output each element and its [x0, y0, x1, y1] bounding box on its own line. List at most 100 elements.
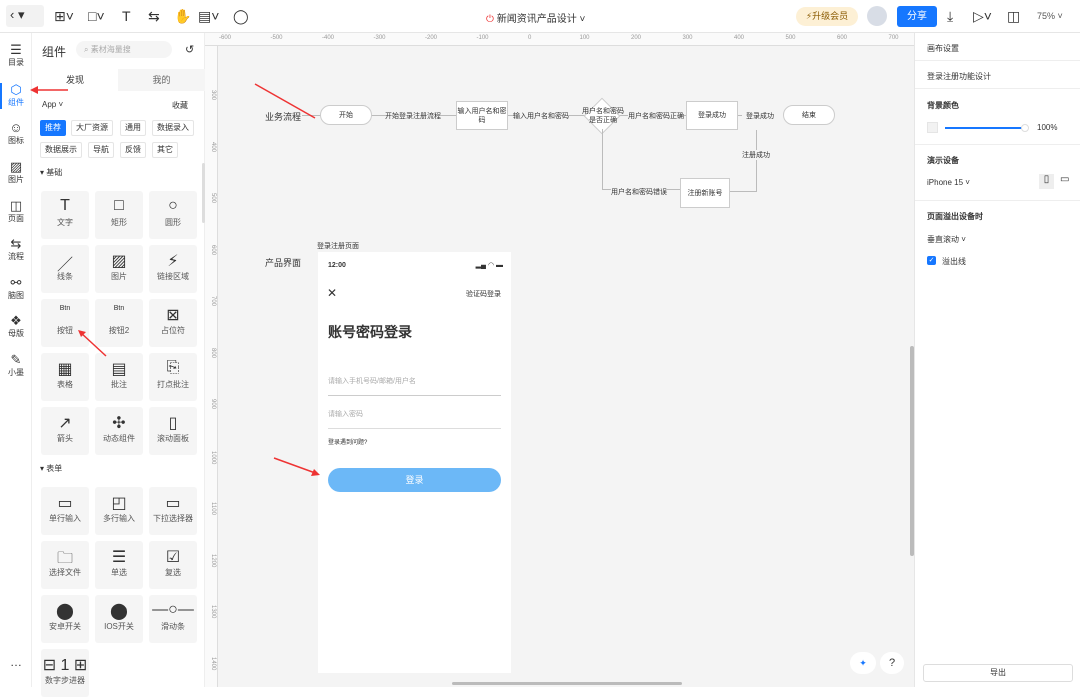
layout-icon[interactable]: ◫ — [1007, 8, 1020, 25]
sidebar-item-1[interactable]: ⬡ 组件 — [0, 83, 32, 108]
flow-node-success[interactable]: 登录成功 — [686, 101, 738, 130]
slider-handle[interactable] — [1021, 124, 1029, 132]
canvas[interactable]: 业务流程 开始 开始登录注册流程 输入用户名和密码 输入用户名和密码 用户名和密… — [218, 46, 914, 687]
flow-start[interactable]: 开始 — [320, 105, 372, 125]
component-item[interactable]: □ 矩形 — [95, 191, 143, 239]
component-label: 下拉选择器 — [153, 514, 193, 523]
component-item[interactable]: ／线条 — [41, 245, 89, 293]
password-input[interactable]: 请输入密码 — [328, 409, 501, 429]
filter-tag[interactable]: 推荐 — [40, 120, 66, 136]
note-icon[interactable]: ▤˅ — [198, 8, 219, 25]
sidebar-item-2[interactable]: ☺ 图标 — [0, 121, 32, 146]
component-item[interactable]: ⚡ 链接区域 — [149, 245, 197, 293]
component-item[interactable]: 🗀 选择文件 — [41, 541, 89, 589]
add-page-icon[interactable]: ⊞˅ — [54, 8, 74, 25]
sidebar-item-5[interactable]: ⇆ 流程 — [0, 237, 32, 262]
component-item[interactable]: ◰ 多行输入 — [95, 487, 143, 535]
zoom-select[interactable]: 75% ˅ — [1037, 11, 1063, 21]
component-item[interactable]: ↗ 箭头 — [41, 407, 89, 455]
export-button[interactable]: 导出 — [923, 664, 1073, 682]
hand-icon[interactable]: ✋ — [174, 8, 191, 25]
flow-decision[interactable]: 用户名和密码是否正确 — [580, 97, 626, 135]
code-login-link[interactable]: 验证码登录 — [466, 289, 501, 299]
component-item[interactable]: ⊟ 1 ⊞ 数字步进器 — [41, 649, 89, 697]
sidebar-item-label: 目录 — [8, 58, 24, 67]
share-button[interactable]: 分享 — [897, 6, 937, 27]
filter-tag[interactable]: 反馈 — [120, 142, 146, 158]
opacity-slider[interactable] — [945, 127, 1023, 129]
page-name[interactable]: 登录注册功能设计 — [927, 71, 991, 82]
sidebar-icon: ⬡ — [10, 82, 22, 97]
component-item[interactable]: ⬤ 安卓开关 — [41, 595, 89, 643]
play-icon[interactable]: ▷˅ — [973, 8, 992, 25]
shape-icon[interactable]: □˅ — [88, 8, 105, 24]
component-item[interactable]: ☰ 单选 — [95, 541, 143, 589]
comment-icon[interactable]: ◯ — [233, 8, 249, 25]
more-icon[interactable]: … — [0, 655, 32, 669]
sidebar-item-6[interactable]: ⚯ 脑图 — [0, 276, 32, 301]
overflow-mode-select[interactable]: 垂直滚动 ˅ — [927, 234, 966, 245]
flow-node-input[interactable]: 输入用户名和密码 — [456, 101, 508, 130]
avatar[interactable] — [867, 6, 887, 26]
favorites-link[interactable]: 收藏 — [172, 100, 188, 111]
phone-frame[interactable]: 12:00 ▂▄ ◠ ▬ ✕ 验证码登录 账号密码登录 请输入手机号码/邮箱/用… — [318, 252, 511, 673]
component-label: 按钮 — [57, 326, 73, 335]
component-item[interactable]: ▦ 表格 — [41, 353, 89, 401]
filter-tag[interactable]: 大厂资源 — [71, 120, 113, 136]
problem-link[interactable]: 登录遇到问题? — [328, 437, 367, 446]
search-input[interactable]: ⌕ 素材海量搜 — [76, 41, 172, 58]
component-item[interactable]: ⎘ 打点批注 — [149, 353, 197, 401]
component-item[interactable]: ☑ 复选 — [149, 541, 197, 589]
component-item[interactable]: ▯ 滚动面板 — [149, 407, 197, 455]
filter-tag[interactable]: 其它 — [152, 142, 178, 158]
history-icon[interactable]: ↺ — [185, 43, 194, 56]
annotation-arrow — [254, 83, 316, 119]
username-input[interactable]: 请输入手机号码/邮箱/用户名 — [328, 376, 501, 396]
section-header[interactable]: ▾ 表单 — [40, 463, 62, 474]
upgrade-button[interactable]: ⚡升级会员 — [796, 7, 858, 26]
help-button[interactable]: ? — [880, 652, 904, 674]
component-item[interactable]: —○— 滑动条 — [149, 595, 197, 643]
close-icon[interactable]: ✕ — [327, 286, 337, 300]
overflow-line-checkbox[interactable]: ✓ — [927, 256, 936, 265]
component-item[interactable]: ▭ 单行输入 — [41, 487, 89, 535]
text-icon[interactable]: T — [122, 8, 131, 24]
filter-tag[interactable]: 数据录入 — [152, 120, 194, 136]
landscape-icon[interactable]: ▭ — [1060, 174, 1069, 185]
sidebar-item-8[interactable]: ✎ 小墨 — [0, 353, 32, 378]
sidebar-icon: ▨ — [9, 159, 23, 174]
sidebar-item-0[interactable]: ☰ 目录 — [0, 43, 32, 68]
filter-tag[interactable]: 通用 — [120, 120, 146, 136]
platform-select[interactable]: App ˅ — [42, 100, 63, 109]
component-item[interactable]: ○ 圆形 — [149, 191, 197, 239]
component-item[interactable]: ▤ 批注 — [95, 353, 143, 401]
connector-icon[interactable]: ⇆ — [148, 8, 160, 25]
tab-mine[interactable]: 我的 — [118, 69, 205, 91]
component-item[interactable]: ⬤ IOS开关 — [95, 595, 143, 643]
horizontal-scrollbar[interactable] — [452, 682, 682, 685]
document-title[interactable]: ⏻ 新闻资讯产品设计 ˅ — [486, 10, 585, 25]
download-icon[interactable]: ⤓ — [947, 8, 953, 25]
back-button[interactable]: ‹ ▾ — [6, 5, 44, 27]
filter-tag[interactable]: 数据展示 — [40, 142, 82, 158]
component-item[interactable]: ⊠ 占位符 — [149, 299, 197, 347]
flow-node-register[interactable]: 注册新账号 — [680, 178, 730, 208]
sidebar-item-4[interactable]: ◫ 页面 — [0, 199, 32, 224]
component-item[interactable]: T 文字 — [41, 191, 89, 239]
login-button[interactable]: 登录 — [328, 468, 501, 492]
bg-color-swatch[interactable] — [927, 122, 938, 133]
device-select[interactable]: iPhone 15 ˅ — [927, 178, 970, 187]
component-item[interactable]: ▨ 图片 — [95, 245, 143, 293]
sidebar-icon: ⚯ — [10, 275, 22, 290]
component-icon: ▭ — [57, 495, 73, 512]
filter-tag[interactable]: 导航 — [88, 142, 114, 158]
component-item[interactable]: ▭ 下拉选择器 — [149, 487, 197, 535]
flow-end[interactable]: 结束 — [783, 105, 835, 125]
component-item[interactable]: ✣ 动态组件 — [95, 407, 143, 455]
portrait-icon[interactable]: ▯ — [1039, 174, 1054, 189]
ai-sparkle-button[interactable]: ✦ — [850, 652, 876, 674]
component-icon: ／ — [56, 257, 73, 274]
section-header[interactable]: ▾ 基础 — [40, 167, 62, 178]
sidebar-item-3[interactable]: ▨ 图片 — [0, 160, 32, 185]
sidebar-item-7[interactable]: ❖ 母版 — [0, 314, 32, 339]
